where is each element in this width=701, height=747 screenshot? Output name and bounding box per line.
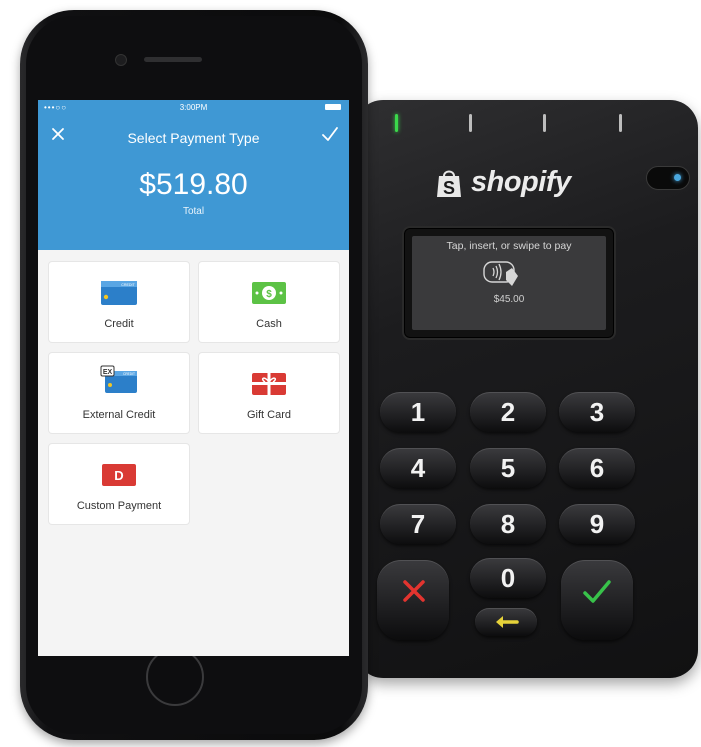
contactless-icon: [483, 261, 518, 286]
back-button[interactable]: [475, 608, 537, 636]
key-7[interactable]: 7: [380, 504, 456, 544]
home-button[interactable]: [146, 648, 204, 706]
phone-screen: •••○○ 3:00PM Select Payment Type $519.80…: [38, 100, 349, 656]
display-amount: $45.00: [493, 294, 525, 305]
display-prompt: Tap, insert, or swipe to pay: [446, 240, 572, 252]
front-camera: [115, 54, 127, 66]
payment-option-gift-card[interactable]: Gift Card: [199, 353, 339, 433]
svg-text:$: $: [266, 289, 272, 300]
battery-icon: [325, 104, 341, 110]
credit-card-icon: CREDIT: [101, 281, 137, 305]
confirm-button[interactable]: [561, 560, 633, 640]
slot-mark: [469, 114, 472, 132]
custom-payment-icon: D: [102, 464, 136, 486]
card-word: CREDIT: [121, 283, 135, 287]
key-1[interactable]: 1: [380, 392, 456, 432]
card-reader: S shopify Tap, insert, or swipe to pay $…: [355, 100, 698, 678]
payment-option-credit[interactable]: CREDIT Credit: [49, 262, 189, 342]
cancel-button[interactable]: [377, 560, 449, 640]
svg-text:S: S: [443, 178, 455, 198]
key-6[interactable]: 6: [559, 448, 635, 488]
payment-option-label: Cash: [256, 318, 282, 330]
page-title: Select Payment Type: [127, 130, 260, 146]
x-icon: [403, 580, 425, 602]
key-5[interactable]: 5: [470, 448, 546, 488]
gift-card-icon: [252, 373, 286, 395]
shopify-bag-icon: S: [437, 170, 461, 198]
external-credit-card-icon: CREDIT EX: [100, 365, 137, 393]
reader-display: Tap, insert, or swipe to pay $45.00: [402, 226, 616, 340]
payment-option-custom[interactable]: D Custom Payment: [49, 444, 189, 524]
key-3[interactable]: 3: [559, 392, 635, 432]
badge-ex: EX: [103, 369, 113, 376]
total-amount: $519.80: [139, 168, 248, 201]
card-slot: [355, 110, 698, 132]
key-9[interactable]: 9: [559, 504, 635, 544]
key-2[interactable]: 2: [470, 392, 546, 432]
contactless-sensor: [646, 166, 690, 190]
slot-mark: [543, 114, 546, 132]
shopify-logo: S shopify: [435, 164, 615, 204]
payment-option-label: Credit: [104, 318, 134, 330]
payment-option-label: Gift Card: [246, 409, 291, 421]
card-word: CREDIT: [123, 372, 135, 376]
payment-option-label: External Credit: [82, 409, 156, 421]
status-bar: •••○○ 3:00PM: [38, 100, 349, 114]
status-led: [395, 114, 398, 132]
check-icon: [583, 580, 611, 603]
earpiece-speaker: [144, 57, 202, 62]
badge-d: D: [114, 468, 123, 483]
payment-header: •••○○ 3:00PM Select Payment Type $519.80…: [38, 100, 349, 250]
check-icon[interactable]: [321, 126, 339, 142]
status-time: 3:00PM: [179, 103, 208, 112]
slot-mark: [619, 114, 622, 132]
cash-icon: $: [252, 282, 286, 304]
arrow-left-icon: [496, 616, 519, 628]
key-4[interactable]: 4: [380, 448, 456, 488]
brand-name: shopify: [471, 166, 571, 198]
payment-option-external-credit[interactable]: CREDIT EX External Credit: [49, 353, 189, 433]
payment-option-label: Custom Payment: [76, 500, 162, 512]
total-label: Total: [182, 206, 205, 217]
key-0[interactable]: 0: [470, 558, 546, 598]
payment-option-cash[interactable]: $ Cash: [199, 262, 339, 342]
key-8[interactable]: 8: [470, 504, 546, 544]
